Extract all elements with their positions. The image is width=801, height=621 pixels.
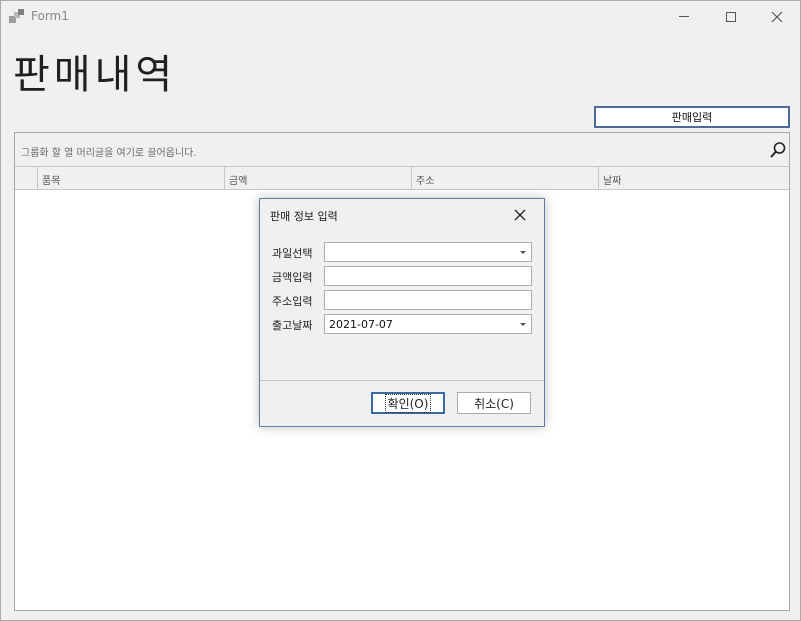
dialog-title: 판매 정보 입력	[270, 210, 338, 223]
column-header-row: 품목 금액 주소 날짜	[15, 167, 789, 190]
row-indicator-header	[15, 167, 38, 190]
group-panel[interactable]: 그룹화 할 열 머리글을 여기로 끌어옵니다.	[15, 133, 789, 167]
dialog-divider	[260, 380, 544, 381]
app-form-icon	[9, 9, 25, 25]
close-icon	[771, 11, 783, 22]
close-button[interactable]	[754, 1, 800, 32]
group-panel-hint: 그룹화 할 열 머리글을 여기로 끌어옵니다.	[21, 148, 197, 159]
address-input-label: 주소입력	[272, 295, 313, 308]
column-header-amount[interactable]: 금액	[225, 167, 412, 190]
ship-date-label: 출고날짜	[272, 319, 313, 332]
maximize-icon	[726, 11, 736, 22]
maximize-button[interactable]	[708, 1, 754, 32]
address-input-field[interactable]	[324, 290, 532, 310]
ship-date-picker[interactable]: 2021-07-07	[324, 314, 532, 334]
fruit-select-combo[interactable]	[324, 242, 532, 262]
amount-input-label: 금액입력	[272, 271, 313, 284]
fruit-select-label: 과일선택	[272, 247, 313, 260]
chevron-down-icon[interactable]	[520, 323, 526, 326]
minimize-icon	[679, 16, 689, 17]
window-title: Form1	[31, 9, 69, 23]
sales-input-button[interactable]: 판매입력	[594, 106, 790, 128]
ok-button[interactable]: 확인(O)	[371, 392, 445, 414]
cancel-button[interactable]: 취소(C)	[457, 392, 531, 414]
ok-button-label: 확인(O)	[384, 393, 432, 413]
chevron-down-icon[interactable]	[520, 251, 526, 254]
sales-entry-dialog: 판매 정보 입력 과일선택 금액입력 주소입력 출고날짜 2021-07-07 …	[259, 198, 545, 427]
main-window: Form1 판매내역 판매입력 그룹화 할 열 머리글을 여기로 끌어옵니다. …	[0, 0, 801, 621]
dialog-close-button[interactable]	[508, 205, 532, 225]
column-header-date[interactable]: 날짜	[599, 167, 789, 190]
title-bar[interactable]: Form1	[1, 1, 800, 32]
ship-date-value: 2021-07-07	[329, 318, 393, 331]
search-icon[interactable]	[769, 141, 787, 159]
column-header-item[interactable]: 품목	[38, 167, 225, 190]
close-icon	[514, 209, 526, 221]
amount-input-field[interactable]	[324, 266, 532, 286]
minimize-button[interactable]	[661, 1, 707, 32]
page-title: 판매내역	[13, 52, 177, 98]
column-header-address[interactable]: 주소	[412, 167, 599, 190]
